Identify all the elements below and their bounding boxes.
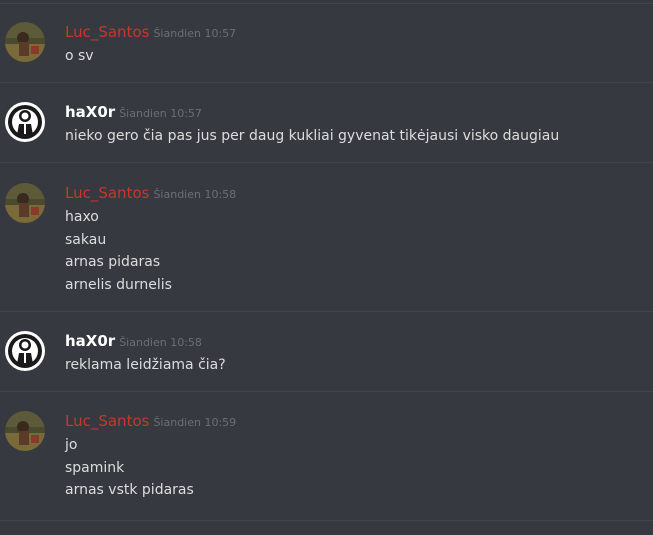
username[interactable]: haX0r (65, 332, 115, 350)
message-text: reklama leidžiama čia? (65, 357, 226, 373)
message-header: haX0r Šiandien 10:58 (65, 331, 202, 353)
message-header: Luc_Santos Šiandien 10:57 (65, 22, 236, 44)
message-text: spamink (65, 459, 125, 476)
chat-messages: Luc_Santos Šiandien 10:57 o sv haX0r Šiand… (0, 0, 653, 535)
message-text: haxo (65, 209, 99, 225)
user-avatar[interactable] (5, 102, 45, 142)
username[interactable]: haX0r (65, 103, 115, 121)
username[interactable]: Luc_Santos (65, 184, 149, 202)
username[interactable]: Luc_Santos (65, 412, 149, 430)
user-avatar[interactable] (5, 22, 45, 62)
message-header: Luc_Santos Šiandien 10:58 (65, 183, 236, 205)
timestamp: Šiandien 10:57 (119, 107, 202, 120)
message-text: arnas vstk pidaras (65, 482, 194, 499)
username[interactable]: Luc_Santos (65, 23, 149, 41)
user-avatar[interactable] (5, 183, 45, 223)
message-header: haX0r Šiandien 10:57 (65, 102, 202, 124)
user-avatar[interactable] (5, 331, 45, 371)
divider (0, 82, 653, 83)
message-text: arnelis durnelis (65, 276, 172, 293)
divider (0, 3, 653, 4)
divider (0, 391, 653, 392)
message-text: jo (65, 437, 78, 453)
user-avatar[interactable] (5, 411, 45, 451)
timestamp: Šiandien 10:58 (153, 188, 237, 201)
timestamp: Šiandien 10:57 (153, 27, 237, 40)
message-text: arnas pidaras (65, 254, 161, 271)
message-text: nieko gero čia pas jus per daug kukliai … (65, 128, 560, 144)
timestamp: Šiandien 10:59 (153, 416, 237, 429)
timestamp: Šiandien 10:58 (119, 336, 202, 349)
divider (0, 520, 653, 521)
message-text: sakau (65, 231, 107, 248)
message-text: o sv (65, 48, 94, 64)
divider (0, 162, 653, 163)
divider (0, 311, 653, 312)
message-header: Luc_Santos Šiandien 10:59 (65, 411, 236, 433)
